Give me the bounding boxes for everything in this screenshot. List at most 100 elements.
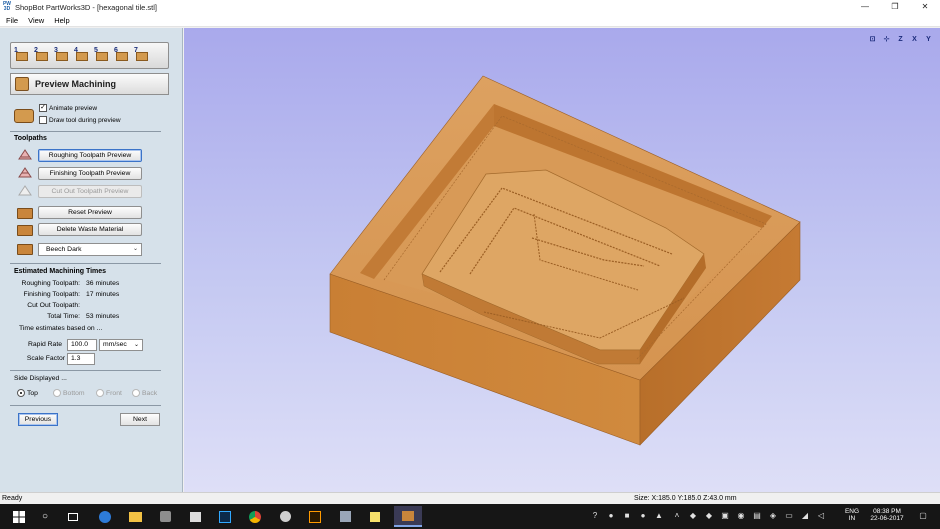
divider (10, 131, 161, 132)
store-icon[interactable] (184, 506, 206, 527)
draw-tool-checkbox[interactable]: Draw tool during preview (39, 116, 121, 124)
edge-browser-icon[interactable] (94, 506, 116, 527)
step-1-icon[interactable]: 1 (14, 47, 31, 64)
radio-selected-icon[interactable] (17, 389, 25, 397)
tray-icon-10[interactable]: ◈ (768, 511, 778, 521)
sticky-notes-icon[interactable] (364, 506, 386, 527)
file-explorer-icon[interactable] (124, 506, 146, 527)
checkbox-checked-icon[interactable]: ✓ (39, 104, 47, 112)
tray-icon-8[interactable]: ◉ (736, 511, 746, 521)
draw-tool-label: Draw tool during preview (49, 116, 121, 124)
material-icon (17, 244, 33, 255)
chevron-up-icon[interactable]: ˄ (672, 511, 682, 521)
preview-machining-header: Preview Machining (10, 73, 169, 95)
status-bar: Ready Size: X:185.0 Y:185.0 Z:43.0 mm (0, 492, 940, 504)
chrome-icon[interactable] (244, 506, 266, 527)
tray-icon-3[interactable]: ● (638, 511, 648, 521)
notifications-icon[interactable]: ▢ (918, 511, 928, 521)
side-bottom-label: Bottom (63, 389, 85, 397)
volume-icon[interactable]: ◁ (816, 511, 826, 521)
photoshop-icon[interactable] (214, 506, 236, 527)
battery-icon[interactable]: ▭ (784, 511, 794, 521)
language-indicator[interactable]: ENG IN (842, 504, 862, 529)
side-displayed-title: Side Displayed ... (14, 375, 67, 382)
rapid-rate-unit-select[interactable]: mm/sec ⌄ (99, 339, 143, 351)
side-front-label: Front (106, 389, 122, 397)
language-code: ENG (844, 508, 860, 515)
tray-icon-7[interactable]: ▣ (720, 511, 730, 521)
side-bottom-radio[interactable]: Bottom (53, 389, 85, 397)
tray-icon-5[interactable]: ◆ (688, 511, 698, 521)
clock-time: 08:38 PM (873, 508, 901, 515)
close-button[interactable]: ✕ (910, 0, 940, 14)
preview-machining-icon (15, 77, 29, 91)
checkbox-unchecked-icon[interactable] (39, 116, 47, 124)
tray-icon-2[interactable]: ■ (622, 511, 632, 521)
radio-disabled-icon[interactable] (53, 389, 61, 397)
cutout-time-label: Cut Out Toolpath: (27, 302, 80, 309)
divider (10, 405, 161, 406)
step-4-icon[interactable]: 4 (74, 47, 91, 64)
tray-icon-9[interactable]: ▤ (752, 511, 762, 521)
status-text: Ready (2, 495, 23, 502)
app-icon-3[interactable] (334, 506, 356, 527)
next-button[interactable]: Next (120, 413, 160, 426)
tray-icon-1[interactable]: ● (606, 511, 616, 521)
material-select[interactable]: Beech Dark ⌄ (38, 243, 142, 256)
side-top-radio[interactable]: Top (17, 389, 38, 397)
maximize-button[interactable]: ❐ (880, 0, 910, 14)
help-tray-icon[interactable]: ? (590, 511, 600, 521)
step-6-icon[interactable]: 6 (114, 47, 131, 64)
scale-factor-input[interactable]: 1.3 (67, 353, 95, 365)
previous-button[interactable]: Previous (18, 413, 58, 426)
step-3-icon[interactable]: 3 (54, 47, 71, 64)
minimize-button[interactable]: — (850, 0, 880, 14)
roughing-time-label: Roughing Toolpath: (21, 280, 80, 287)
divider (10, 370, 161, 371)
delete-waste-button[interactable]: Delete Waste Material (38, 223, 142, 236)
3d-viewport[interactable]: ⊡ ⊹ Z X Y (184, 28, 940, 492)
step-5-icon[interactable]: 5 (94, 47, 111, 64)
cutout-preview-button[interactable]: Cut Out Toolpath Preview (38, 185, 142, 198)
step-toolbar: 1 2 3 4 5 6 7 (10, 42, 169, 69)
illustrator-icon[interactable] (304, 506, 326, 527)
chevron-down-icon: ⌄ (133, 342, 139, 348)
roughing-preview-button[interactable]: Roughing Toolpath Preview (38, 149, 142, 162)
animate-preview-label: Animate preview (49, 104, 98, 112)
radio-disabled-icon[interactable] (132, 389, 140, 397)
page-title: Preview Machining (35, 79, 117, 89)
clock[interactable]: 08:38 PM 22-06-2017 (864, 504, 910, 529)
menu-help[interactable]: Help (48, 16, 73, 25)
delete-waste-icon (17, 225, 33, 236)
search-icon[interactable]: ○ (34, 506, 56, 527)
rapid-rate-unit-value: mm/sec (103, 341, 127, 348)
radio-disabled-icon[interactable] (96, 389, 104, 397)
partworks3d-taskbar-icon[interactable] (394, 506, 422, 527)
rapid-rate-input[interactable]: 100.0 (67, 339, 97, 351)
model-size-text: Size: X:185.0 Y:185.0 Z:43.0 mm (634, 495, 737, 502)
step-2-icon[interactable]: 2 (34, 47, 51, 64)
toolpaths-title: Toolpaths (14, 135, 47, 142)
app-icon-1[interactable] (154, 506, 176, 527)
app-icon-2[interactable] (274, 506, 296, 527)
roughing-toolpath-icon (17, 148, 33, 161)
preview-machining-panel: 1 2 3 4 5 6 7 Preview Machining ✓ Animat… (0, 28, 183, 492)
windows-start-icon[interactable] (8, 506, 30, 527)
side-back-label: Back (142, 389, 158, 397)
reset-preview-button[interactable]: Reset Preview (38, 206, 142, 219)
window-title: ShopBot PartWorks3D - [hexagonal tile.st… (15, 2, 158, 12)
step-7-icon[interactable]: 7 (134, 47, 151, 64)
total-time-value: 53 minutes (86, 313, 120, 320)
menu-view[interactable]: View (22, 16, 48, 25)
animate-preview-checkbox[interactable]: ✓ Animate preview (39, 104, 97, 112)
finishing-preview-button[interactable]: Finishing Toolpath Preview (38, 167, 142, 180)
side-back-radio[interactable]: Back (132, 389, 157, 397)
tray-icon-4[interactable]: ▲ (654, 511, 664, 521)
side-front-radio[interactable]: Front (96, 389, 122, 397)
tray-icon-6[interactable]: ◆ (704, 511, 714, 521)
task-view-icon[interactable] (62, 506, 84, 527)
network-icon[interactable]: ◢ (800, 511, 810, 521)
cutout-toolpath-icon (17, 184, 33, 197)
side-top-label: Top (27, 389, 38, 397)
menu-file[interactable]: File (0, 16, 22, 25)
